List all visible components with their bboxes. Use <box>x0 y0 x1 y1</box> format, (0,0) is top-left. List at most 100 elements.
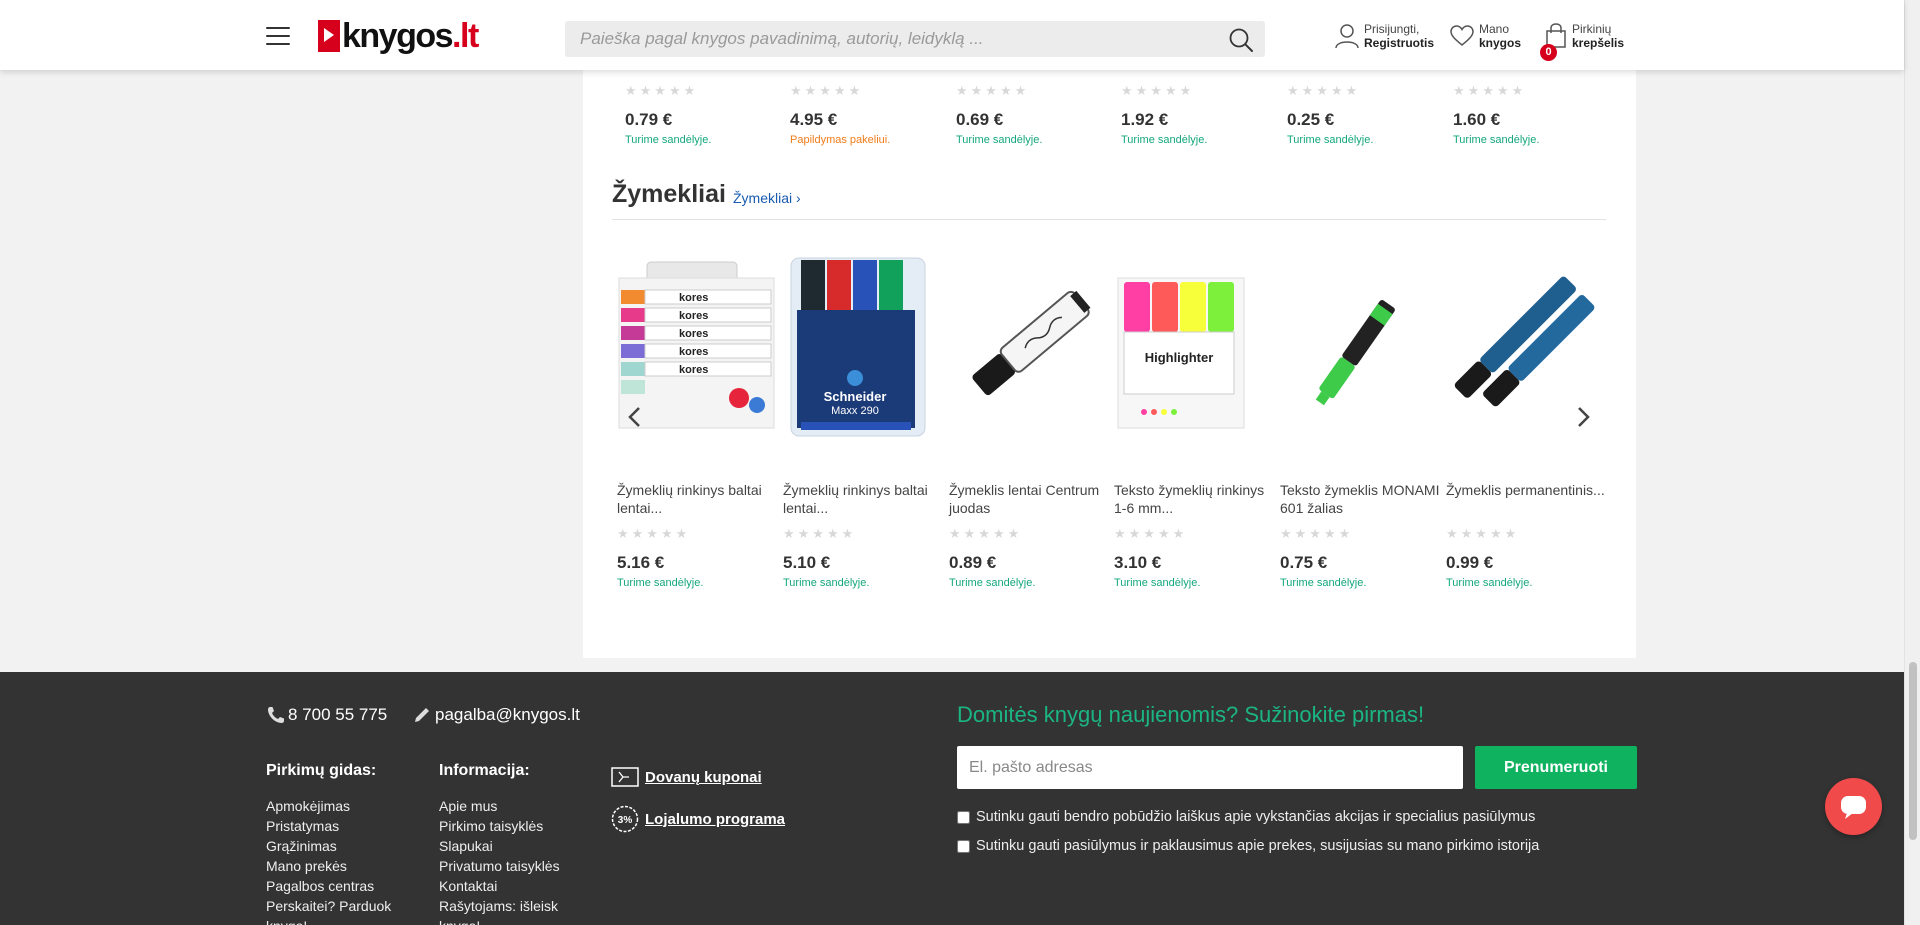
stock-status: Turime sandėlyje. <box>783 577 870 589</box>
product-item: Teksto žymeklis MONAMI 601 žalias ★★★★★ … <box>1280 250 1440 589</box>
svg-text:Schneider: Schneider <box>824 389 887 404</box>
section-view-all-link[interactable]: Žymekliai › <box>733 190 801 206</box>
product-image-whiteboard-marker[interactable] <box>949 250 1109 440</box>
stock-status: Turime sandėlyje. <box>1453 134 1540 146</box>
stock-status: Turime sandėlyje. <box>617 577 704 589</box>
consent-history-row: Sutinku gauti pasiūlymus ir paklausimus … <box>957 838 1539 854</box>
svg-text:kores: kores <box>679 346 708 358</box>
footer-link[interactable]: Slapukai <box>439 836 560 856</box>
scrollbar-thumb[interactable] <box>1909 662 1917 840</box>
product-price: 5.10 € <box>783 553 831 572</box>
footer-link[interactable]: Privatumo taisyklės <box>439 856 560 876</box>
stock-status: Turime sandėlyje. <box>1114 577 1201 589</box>
search-input[interactable] <box>565 21 1205 57</box>
rating-stars: ★★★★★ <box>1121 83 1195 98</box>
stock-status: Turime sandėlyje. <box>1446 577 1533 589</box>
gift-coupons-link[interactable]: Dovanų kuponai <box>611 766 762 788</box>
product-name[interactable]: Žymeklių rinkinys baltai lentai... <box>617 481 777 517</box>
footer-link[interactable]: Kontaktai <box>439 876 560 896</box>
stock-status: Turime sandėlyje. <box>1287 134 1374 146</box>
footer-link[interactable]: Rašytojams: išleisk <box>439 896 560 916</box>
stock-status: Turime sandėlyje. <box>1280 577 1367 589</box>
footer-link[interactable]: Pristatymas <box>266 816 391 836</box>
footer-link[interactable]: Pagalbos centras <box>266 876 391 896</box>
footer-email[interactable]: pagalba@knygos.lt <box>413 705 580 725</box>
svg-text:Highlighter: Highlighter <box>1145 350 1214 365</box>
menu-icon[interactable] <box>266 27 290 45</box>
product-name[interactable]: Teksto žymeklių rinkinys 1-6 mm... <box>1114 481 1274 517</box>
product-summary[interactable]: ★★★★★ 0.69 € Turime sandėlyje. <box>956 84 1106 147</box>
product-image-highlighter-set[interactable]: Highlighter <box>1114 250 1274 440</box>
product-summary[interactable]: ★★★★★ 1.60 € Turime sandėlyje. <box>1453 83 1603 147</box>
product-image-schneider-markers[interactable]: Schneider Maxx 290 <box>783 250 943 440</box>
rating-stars: ★★★★★ <box>1453 83 1527 98</box>
footer-link[interactable]: Apmokėjimas <box>266 796 391 816</box>
login-line2: Registruotis <box>1364 36 1435 50</box>
footer-link[interactable]: Apie mus <box>439 796 560 816</box>
product-name[interactable]: Žymeklių rinkinys baltai lentai... <box>783 481 943 517</box>
footer-link[interactable]: knygą! <box>439 916 560 925</box>
site-footer: 8 700 55 775 pagalba@knygos.lt Pirkimų g… <box>0 672 1904 925</box>
footer-col2-title: Informacija: <box>439 762 530 779</box>
footer-col2-list: Apie mus Pirkimo taisyklės Slapukai Priv… <box>439 796 560 925</box>
product-summary[interactable]: ★★★★★ 0.25 € Turime sandėlyje. <box>1287 84 1437 147</box>
product-summary[interactable]: ★★★★★ 1.92 € Turime sandėlyje. <box>1121 83 1271 147</box>
product-name[interactable]: Žymeklis lentai Centrum juodas <box>949 481 1109 517</box>
footer-link[interactable]: Mano prekės <box>266 856 391 876</box>
site-logo[interactable]: knygos.lt <box>318 16 479 55</box>
product-price: 3.10 € <box>1114 553 1162 572</box>
login-link[interactable]: Prisijungti, Registruotis <box>1335 22 1434 50</box>
product-item: Žymeklis lentai Centrum juodas ★★★★★ 0.8… <box>949 250 1109 589</box>
wishlist-link[interactable]: Mano knygos <box>1450 22 1521 50</box>
footer-link[interactable]: Perskaitei? Parduok <box>266 896 391 916</box>
product-summary[interactable]: ★★★★★ 0.79 € Turime sandėlyje. <box>625 84 775 147</box>
product-price: 1.92 € <box>1121 110 1169 129</box>
stock-status: Turime sandėlyje. <box>949 577 1036 589</box>
footer-col1-title: Pirkimų gidas: <box>266 762 377 779</box>
section-title: Žymekliai <box>612 180 726 208</box>
footer-phone[interactable]: 8 700 55 775 <box>266 705 387 725</box>
newsletter-title: Domitės knygų naujienomis? Sužinokite pi… <box>957 702 1425 727</box>
product-name[interactable]: Žymeklis permanentinis... <box>1446 481 1606 517</box>
newsletter-email-input[interactable] <box>957 746 1463 789</box>
cart-count-badge: 0 <box>1540 44 1557 61</box>
chat-widget-button[interactable] <box>1825 778 1882 835</box>
footer-link[interactable]: Pirkimo taisyklės <box>439 816 560 836</box>
search-bar <box>565 21 1265 57</box>
product-price: 0.99 € <box>1446 553 1494 572</box>
pencil-icon <box>415 708 429 722</box>
svg-text:kores: kores <box>679 310 708 322</box>
svg-text:kores: kores <box>679 292 708 304</box>
loyalty-program-link[interactable]: 3% Lojalumo programa <box>611 805 785 833</box>
product-price: 0.89 € <box>949 553 997 572</box>
product-name[interactable]: Teksto žymeklis MONAMI 601 žalias <box>1280 481 1440 517</box>
consent-general-row: Sutinku gauti bendro pobūdžio laiškus ap… <box>957 809 1535 825</box>
footer-link[interactable]: knygą! <box>266 916 391 925</box>
product-image-green-highlighter[interactable] <box>1280 250 1440 440</box>
footer-link[interactable]: Grąžinimas <box>266 836 391 856</box>
consent-general-checkbox[interactable] <box>957 811 970 824</box>
subscribe-button[interactable]: Prenumeruoti <box>1475 746 1637 789</box>
login-line1: Prisijungti, <box>1364 22 1420 36</box>
product-carousel: kores kores kores kores kores Žymeklių r… <box>612 250 1606 620</box>
consent-history-label: Sutinku gauti pasiūlymus ir paklausimus … <box>976 838 1540 854</box>
carousel-next-arrow-icon[interactable] <box>1573 402 1593 432</box>
footer-email-text: pagalba@knygos.lt <box>435 705 580 724</box>
gift-card-icon <box>611 767 639 787</box>
cart-link[interactable]: Pirkinių krepšelis <box>1545 22 1624 50</box>
logo-text: knygos.lt <box>342 16 479 55</box>
cart-line2: krepšelis <box>1572 36 1625 50</box>
page-scrollbar[interactable] <box>1904 0 1920 925</box>
phone-icon <box>268 707 284 723</box>
product-price: 0.75 € <box>1280 553 1328 572</box>
gift-coupons-label: Dovanų kuponai <box>645 768 762 786</box>
stock-status: Turime sandėlyje. <box>956 134 1043 146</box>
consent-history-checkbox[interactable] <box>957 840 970 853</box>
product-summary[interactable]: ★★★★★ 4.95 € Papildymas pakeliui. <box>790 84 940 147</box>
wishlist-line1: Mano <box>1479 22 1510 36</box>
search-icon[interactable] <box>1227 26 1255 54</box>
product-price: 0.69 € <box>956 110 1004 129</box>
loyalty-badge-icon: 3% <box>611 805 639 833</box>
carousel-prev-arrow-icon[interactable] <box>625 402 645 432</box>
footer-col1-list: Apmokėjimas Pristatymas Grąžinimas Mano … <box>266 796 391 925</box>
